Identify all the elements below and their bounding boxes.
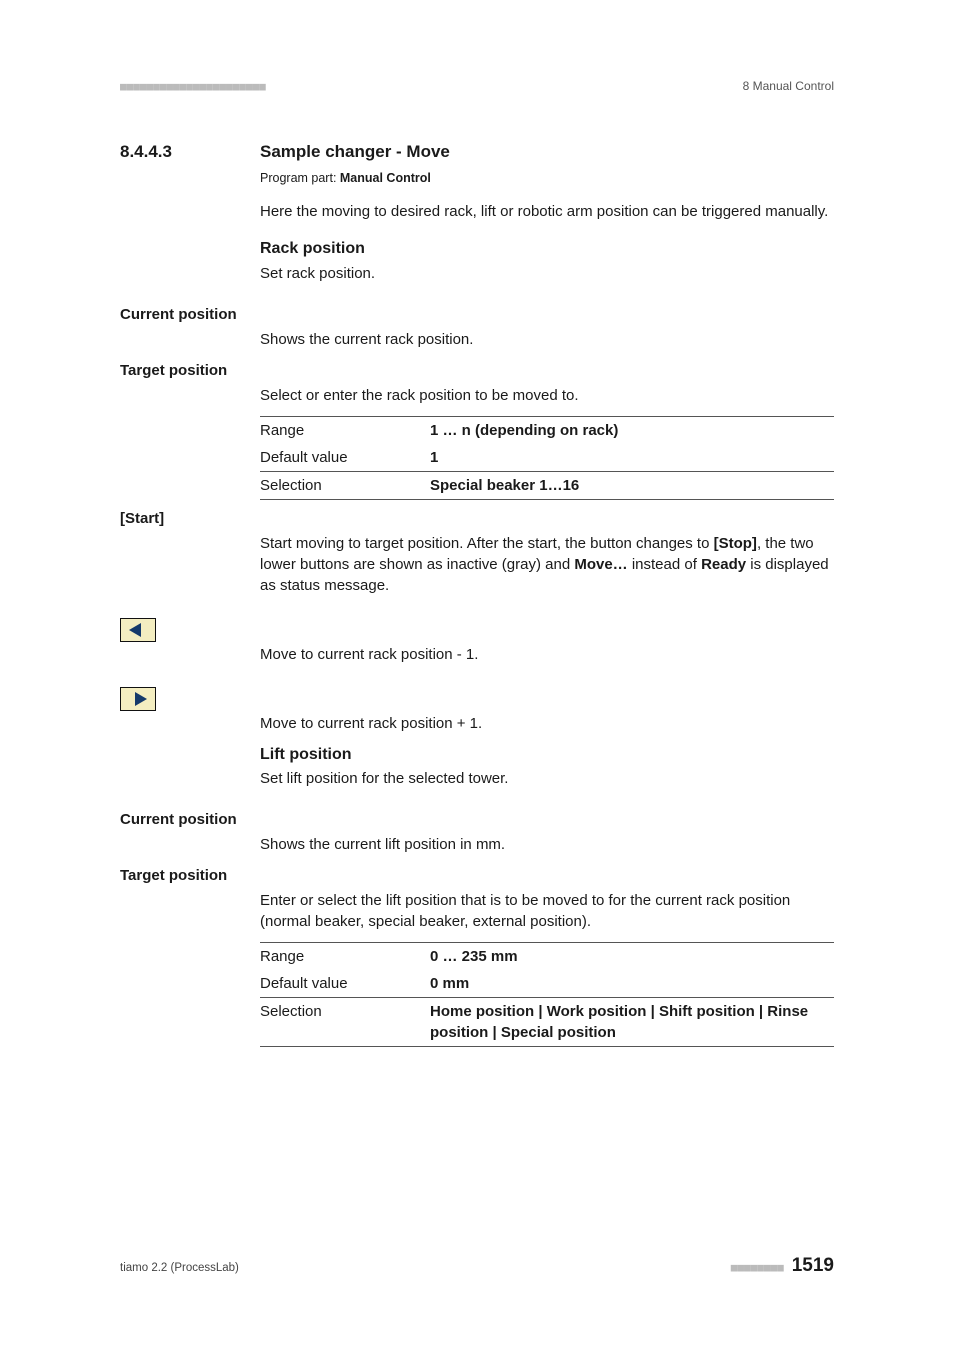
page-content: 8.4.4.3 Sample changer - Move Program pa… (120, 140, 834, 1055)
lift-heading: Lift position (260, 744, 834, 766)
target-position-2-label: Target position (120, 865, 834, 886)
target2-selection-label: Selection (260, 998, 430, 1047)
target-position-1-label: Target position (120, 360, 834, 381)
prev-arrow-icon (120, 618, 156, 642)
section-title-row: 8.4.4.3 Sample changer - Move (120, 140, 834, 164)
start-desc-pre: Start moving to target position. After t… (260, 535, 714, 552)
start-desc-ready: Ready (701, 556, 746, 573)
target-position-1-desc: Select or enter the rack position to be … (260, 385, 834, 406)
footer-dashes: ■■■■■■■■ (731, 1260, 784, 1275)
current-position-2-label: Current position (120, 809, 834, 830)
section-intro: Here the moving to desired rack, lift or… (260, 201, 834, 222)
target2-range-val: 0 … 235 mm (430, 943, 834, 971)
target-2-table: Range 0 … 235 mm Default value 0 mm Sele… (260, 942, 834, 1047)
next-arrow-icon (120, 687, 156, 711)
target-position-2-desc: Enter or select the lift position that i… (260, 890, 834, 932)
current-position-2-desc: Shows the current lift position in mm. (260, 834, 834, 855)
lift-desc: Set lift position for the selected tower… (260, 768, 834, 789)
program-part: Program part: Manual Control (260, 170, 834, 188)
footer-left: tiamo 2.2 (ProcessLab) (120, 1260, 239, 1276)
start-desc-move: Move… (574, 556, 627, 573)
rack-desc: Set rack position. (260, 263, 834, 284)
current-position-1-desc: Shows the current rack position. (260, 329, 834, 350)
page-footer: tiamo 2.2 (ProcessLab) ■■■■■■■■ 1519 (120, 1253, 834, 1280)
start-desc-mid2: instead of (628, 556, 701, 573)
target1-selection-val: Special beaker 1…16 (430, 471, 834, 499)
rack-heading: Rack position (260, 238, 834, 260)
header-chapter: 8 Manual Control (743, 78, 834, 95)
target1-selection-label: Selection (260, 471, 430, 499)
target2-default-label: Default value (260, 970, 430, 998)
header-dashes: ■■■■■■■■■■■■■■■■■■■■■■ (120, 79, 266, 94)
target2-range-label: Range (260, 943, 430, 971)
footer-page-number: 1519 (792, 1253, 834, 1280)
program-part-prefix: Program part: (260, 171, 340, 185)
program-part-value: Manual Control (340, 171, 431, 185)
current-position-1-label: Current position (120, 304, 834, 325)
start-label: [Start] (120, 508, 834, 529)
section-number: 8.4.4.3 (120, 140, 260, 164)
prev-arrow-desc: Move to current rack position - 1. (260, 644, 834, 665)
target2-selection-val: Home position | Work position | Shift po… (430, 998, 834, 1047)
section-title: Sample changer - Move (260, 140, 450, 164)
page-header: ■■■■■■■■■■■■■■■■■■■■■■ 8 Manual Control (120, 78, 834, 95)
target1-default-label: Default value (260, 444, 430, 472)
start-desc: Start moving to target position. After t… (260, 533, 834, 596)
target1-default-val: 1 (430, 444, 834, 472)
target2-default-val: 0 mm (430, 970, 834, 998)
next-arrow-desc: Move to current rack position + 1. (260, 713, 834, 734)
target1-range-val: 1 … n (depending on rack) (430, 416, 834, 444)
target1-range-label: Range (260, 416, 430, 444)
target-1-table: Range 1 … n (depending on rack) Default … (260, 416, 834, 500)
start-desc-stop: [Stop] (714, 535, 757, 552)
